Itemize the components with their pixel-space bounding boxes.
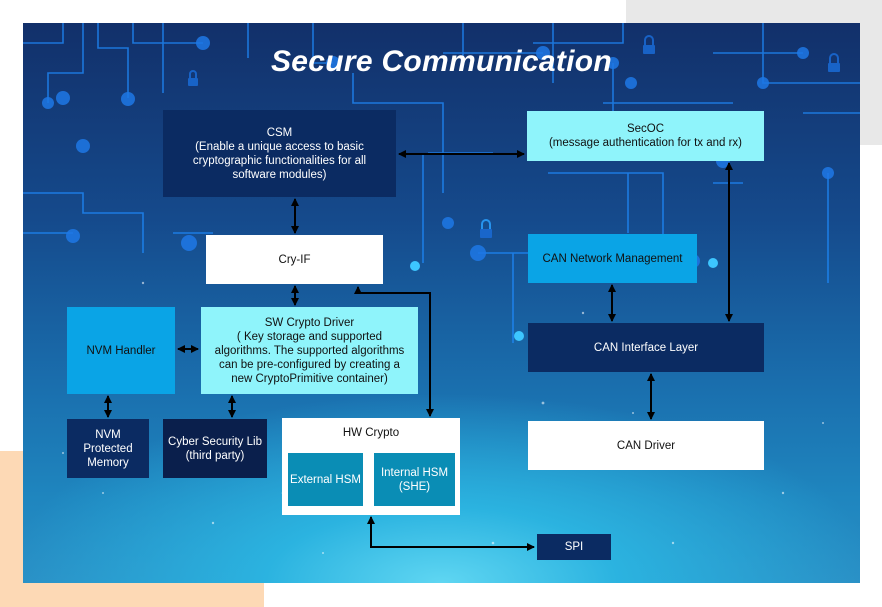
diagram-panel: Secure Communication CSM (Enable a uniqu… (23, 23, 860, 583)
nvm-protected-memory-box: NVM Protected Memory (67, 419, 149, 478)
nvm-handler-box: NVM Handler (67, 307, 175, 394)
internal-hsm-box: Internal HSM (SHE) (374, 453, 455, 506)
can-interface-layer-box: CAN Interface Layer (528, 323, 764, 372)
cyber-security-lib-box: Cyber Security Lib (third party) (163, 419, 267, 478)
can-driver-box: CAN Driver (528, 421, 764, 470)
hw-crypto-label: HW Crypto (342, 427, 400, 439)
sw-crypto-driver-box: SW Crypto Driver ( Key storage and suppo… (201, 307, 418, 394)
spi-box: SPI (537, 534, 611, 560)
diagram-title: Secure Communication (270, 45, 613, 78)
secoc-box: SecOC (message authentication for tx and… (527, 111, 764, 161)
csm-box: CSM (Enable a unique access to basic cry… (163, 110, 396, 197)
cryif-box: Cry-IF (206, 235, 383, 284)
can-network-management-box: CAN Network Management (528, 234, 697, 283)
external-hsm-box: External HSM (288, 453, 363, 506)
